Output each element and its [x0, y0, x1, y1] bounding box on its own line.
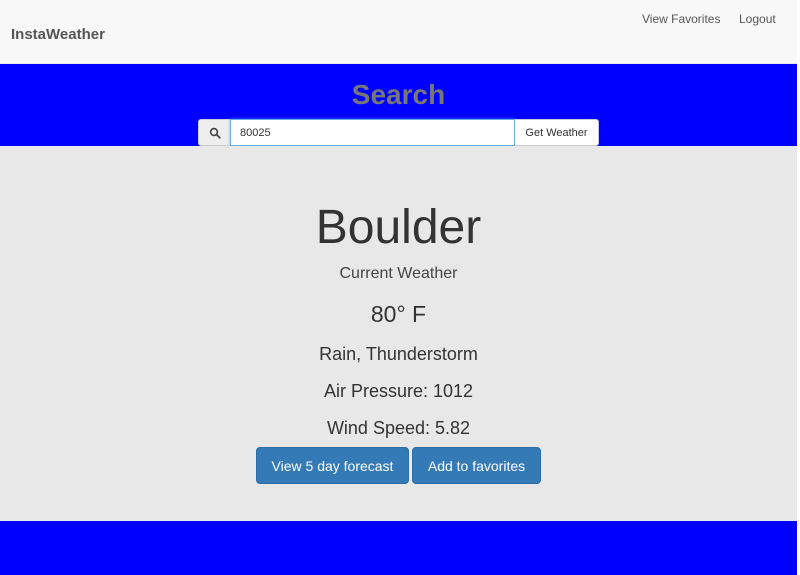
- air-pressure: Air Pressure: 1012: [323, 381, 474, 401]
- temperature: 80° F: [370, 301, 427, 327]
- weather-panel: Boulder Current Weather 80° F Rain, Thun…: [0, 146, 797, 521]
- wind-speed: Wind Speed: 5.82: [326, 418, 471, 438]
- zip-search-input[interactable]: [230, 119, 515, 146]
- current-weather-label: Current Weather: [339, 265, 458, 282]
- view-forecast-button[interactable]: View 5 day forecast: [256, 447, 409, 484]
- search-icon: [198, 119, 230, 146]
- search-bar: Get Weather: [198, 119, 599, 146]
- navbar: InstaWeather View Favorites Logout: [0, 0, 797, 64]
- get-weather-button[interactable]: Get Weather: [515, 119, 599, 146]
- city-name: Boulder: [315, 201, 482, 254]
- nav-link-logout[interactable]: Logout: [739, 12, 776, 26]
- brand-logo[interactable]: InstaWeather: [11, 26, 105, 43]
- add-to-favorites-button[interactable]: Add to favorites: [412, 447, 541, 484]
- search-heading: Search: [351, 79, 446, 110]
- nav-link-view-favorites[interactable]: View Favorites: [642, 12, 720, 26]
- weather-condition: Rain, Thunderstorm: [319, 344, 478, 364]
